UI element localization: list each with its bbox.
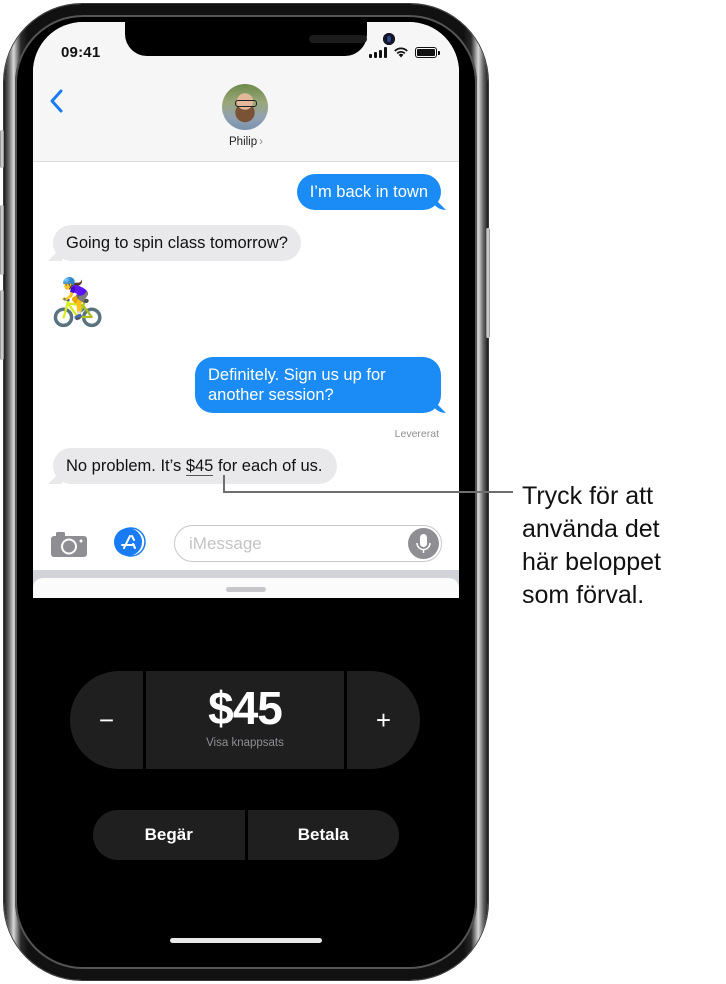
status-icons	[369, 46, 440, 58]
front-camera	[383, 33, 395, 45]
message-text: Going to spin class tomorrow?	[66, 234, 288, 252]
camera-icon[interactable]	[50, 531, 88, 557]
wifi-icon	[394, 47, 408, 58]
woman-biking-emoji: 🚴‍♀️	[49, 276, 107, 328]
contact-chevron-icon: ›	[259, 136, 263, 148]
message-text: Definitely. Sign us up for another sessi…	[208, 366, 386, 404]
home-indicator[interactable]	[170, 938, 322, 943]
show-keypad-link[interactable]: Visa knappsats	[146, 737, 344, 749]
pay-button[interactable]: Betala	[247, 810, 399, 860]
cellular-signal-icon	[369, 46, 387, 58]
imessage-input[interactable]	[189, 526, 409, 561]
back-chevron-icon[interactable]	[47, 88, 67, 114]
delivery-status: Levererat	[394, 428, 439, 440]
amount-stepper: − $45 Visa knappsats +	[70, 671, 420, 769]
volume-down-button	[0, 290, 4, 360]
amount-link[interactable]: $45	[185, 457, 214, 476]
request-button[interactable]: Begär	[93, 810, 245, 860]
contact-name: Philip	[229, 136, 258, 148]
message-bubble-outgoing: Definitely. Sign us up for another sessi…	[195, 357, 441, 413]
payment-actions: Begär Betala	[93, 810, 399, 860]
contact-avatar[interactable]	[222, 84, 268, 130]
mute-switch	[0, 130, 4, 168]
increase-amount-button[interactable]: +	[347, 671, 420, 769]
battery-icon	[415, 46, 440, 58]
notch	[125, 22, 395, 56]
payment-amount: $45	[208, 682, 283, 734]
apple-pay-panel: − $45 Visa knappsats + Begär Betala	[33, 598, 459, 962]
imessage-input-container	[174, 525, 442, 562]
message-bubble-incoming: Going to spin class tomorrow?	[53, 225, 301, 261]
message-bubble-incoming: No problem. It’s $45 for each of us.	[53, 448, 337, 484]
message-text: for each of us.	[213, 457, 323, 475]
volume-up-button	[0, 205, 4, 275]
microphone-icon	[416, 534, 431, 553]
drawer-grabber-handle[interactable]	[226, 587, 266, 592]
message-text: No problem. It’s	[66, 457, 186, 475]
message-bubble-outgoing: I’m back in town	[296, 174, 441, 210]
callout-text: Tryck för att använda det här beloppet s…	[522, 482, 662, 609]
app-store-icon[interactable]	[113, 527, 149, 557]
messages-view: 09:41 Philip › I’m back in town Going to…	[33, 22, 459, 602]
callout-leader-vertical	[223, 475, 225, 492]
status-time: 09:41	[61, 44, 101, 61]
side-button	[486, 228, 490, 338]
message-text: I’m back in town	[309, 183, 428, 201]
message-composer	[33, 518, 459, 570]
amount-display[interactable]: $45 Visa knappsats	[146, 671, 344, 769]
contact-name-button[interactable]: Philip ›	[33, 136, 459, 148]
callout-leader-horizontal	[223, 491, 513, 493]
earpiece-speaker	[309, 35, 367, 43]
dictation-button[interactable]	[408, 528, 439, 559]
decrease-amount-button[interactable]: −	[70, 671, 143, 769]
